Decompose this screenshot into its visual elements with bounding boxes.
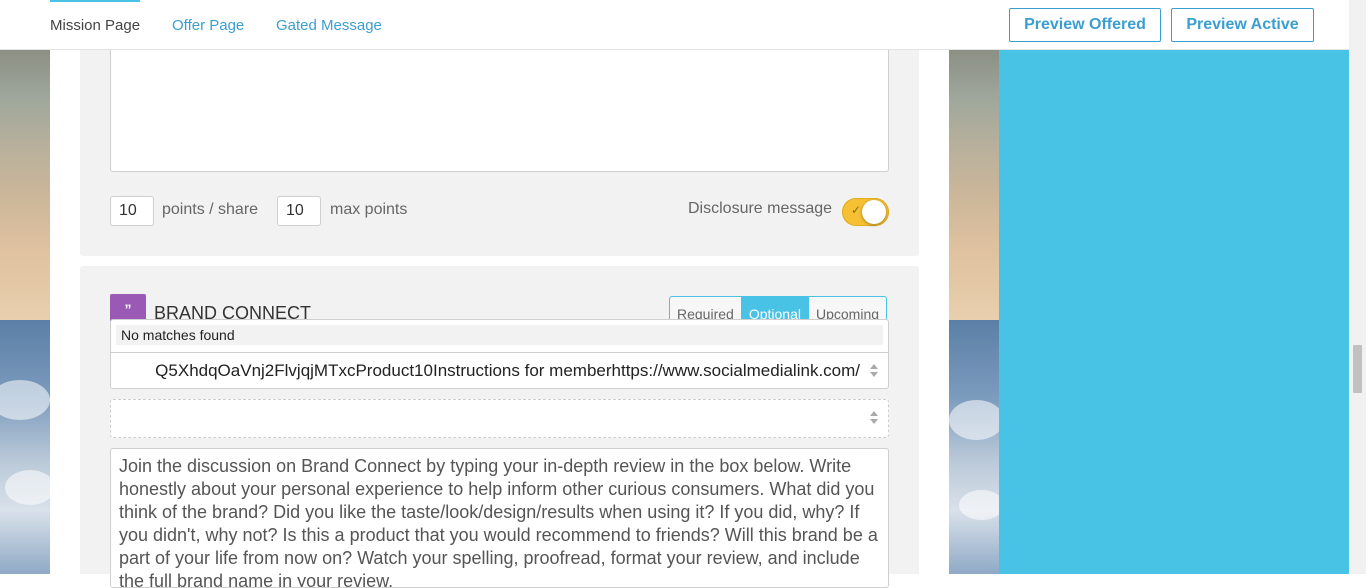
max-points-label: max points xyxy=(330,201,408,218)
check-icon: ✓ xyxy=(851,203,862,217)
preview-offered-button[interactable]: Preview Offered xyxy=(1009,8,1161,42)
segment-required[interactable]: Required xyxy=(670,297,741,321)
disclosure-toggle[interactable]: ✓ xyxy=(842,198,889,226)
select-dropdown: No matches found xyxy=(110,319,889,352)
points-per-share-input[interactable]: 10 xyxy=(110,196,154,226)
points-per-share-label: points / share xyxy=(162,201,259,218)
segment-upcoming[interactable]: Upcoming xyxy=(807,297,886,321)
background-image-right xyxy=(949,50,999,574)
preview-panel xyxy=(999,50,1349,574)
secondary-select[interactable] xyxy=(110,399,889,438)
scrollbar-thumb[interactable] xyxy=(1353,345,1362,393)
tab-offer-page[interactable]: Offer Page xyxy=(172,0,244,50)
brand-connect-panel: ” BRAND CONNECT Required Optional Upcomi… xyxy=(80,266,919,588)
chevron-updown-icon xyxy=(870,364,878,377)
chevron-updown-icon xyxy=(870,411,878,424)
product-select[interactable]: Q5XhdqOaVnj2FlvjqjMTxcProduct10Instructi… xyxy=(110,352,889,389)
max-points-input[interactable]: 10 xyxy=(277,196,321,226)
tab-mission-page[interactable]: Mission Page xyxy=(50,0,141,50)
share-text-area[interactable] xyxy=(110,50,889,172)
instructions-textarea[interactable]: Join the discussion on Brand Connect by … xyxy=(110,448,889,588)
toggle-knob xyxy=(862,200,886,224)
background-image-left xyxy=(0,50,50,574)
top-navigation: Mission Page Offer Page Gated Message Pr… xyxy=(0,0,1349,50)
page-scrollbar[interactable] xyxy=(1349,0,1366,574)
preview-active-button[interactable]: Preview Active xyxy=(1171,8,1314,42)
tab-gated-message[interactable]: Gated Message xyxy=(276,0,382,50)
selected-value: Q5XhdqOaVnj2FlvjqjMTxcProduct10Instructi… xyxy=(155,361,860,380)
segment-optional[interactable]: Optional xyxy=(740,297,808,321)
disclosure-message-label: Disclosure message xyxy=(688,200,833,217)
no-matches-message: No matches found xyxy=(116,325,883,345)
share-settings-panel: 10 points / share 10 max points Disclosu… xyxy=(80,50,919,256)
